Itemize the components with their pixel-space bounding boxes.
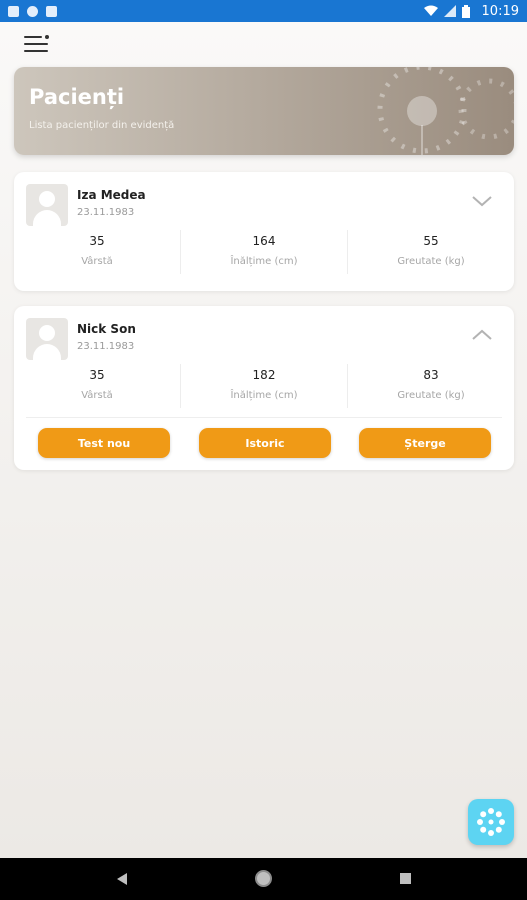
new-test-button[interactable]: Test nou (38, 428, 170, 458)
stat-label: Vârstă (81, 256, 113, 267)
dots-circle-icon (477, 808, 505, 836)
sim-icon (46, 5, 57, 17)
stat-label: Vârstă (81, 390, 113, 401)
recent-apps-icon[interactable] (400, 873, 411, 884)
delete-button[interactable]: Șterge (359, 428, 491, 458)
avatar (26, 184, 68, 226)
avatar (26, 318, 68, 360)
avatar-body (33, 344, 61, 360)
home-icon[interactable] (255, 870, 272, 887)
menu-line (24, 50, 48, 52)
patient-actions: Test nou Istoric Șterge (14, 428, 514, 458)
stat-weight: 83 Greutate (kg) (347, 364, 514, 408)
patient-birth-date: 23.11.1983 (77, 341, 135, 352)
avatar-body (33, 210, 61, 226)
patient-birth-date: 23.11.1983 (77, 207, 135, 218)
avatar-head (39, 325, 55, 341)
stat-age: 35 Vârstă (14, 230, 180, 274)
patient-name: Iza Medea (77, 188, 146, 202)
menu-dot (45, 35, 49, 39)
stat-age: 35 Vârstă (14, 364, 180, 408)
stat-weight: 55 Greutate (kg) (347, 230, 514, 274)
stat-height: 164 Înălțime (cm) (180, 230, 347, 274)
stat-value: 35 (89, 234, 105, 248)
floating-action-button[interactable] (468, 799, 514, 845)
menu-button[interactable] (24, 34, 50, 54)
signal-icon (443, 5, 456, 17)
stat-value: 55 (423, 234, 439, 248)
stat-label: Greutate (kg) (397, 256, 465, 267)
wifi-icon (423, 5, 438, 16)
stat-value: 182 (252, 368, 276, 382)
avatar-head (39, 191, 55, 207)
circle-app-icon (27, 5, 38, 17)
stat-label: Înălțime (cm) (230, 256, 298, 267)
patient-card[interactable]: Nick Son 23.11.1983 35 Vârstă 182 Înălți… (14, 306, 514, 470)
stat-label: Înălțime (cm) (230, 390, 298, 401)
divider (26, 417, 502, 418)
status-bar: 10:19 (0, 0, 527, 22)
patient-card[interactable]: Iza Medea 23.11.1983 35 Vârstă 164 Înălț… (14, 172, 514, 291)
patient-stats: 35 Vârstă 164 Înălțime (cm) 55 Greutate … (14, 230, 514, 274)
banner-decoration (377, 67, 514, 155)
stat-value: 35 (89, 368, 105, 382)
history-button[interactable]: Istoric (199, 428, 331, 458)
stat-label: Greutate (kg) (397, 390, 465, 401)
battery-icon (461, 4, 470, 18)
page-subtitle: Lista pacienților din evidență (29, 120, 175, 131)
stat-value: 83 (423, 368, 439, 382)
chevron-up-icon[interactable] (472, 328, 492, 342)
patient-stats: 35 Vârstă 182 Înălțime (cm) 83 Greutate … (14, 364, 514, 408)
page-title: Pacienți (29, 85, 125, 109)
menu-line (24, 36, 42, 38)
navigation-bar (0, 858, 527, 900)
patient-name: Nick Son (77, 322, 136, 336)
header-banner: Pacienți Lista pacienților din evidență (14, 67, 514, 155)
stat-value: 164 (252, 234, 276, 248)
stat-height: 182 Înălțime (cm) (180, 364, 347, 408)
chevron-down-icon[interactable] (472, 194, 492, 208)
notification-icon (8, 5, 19, 17)
status-time: 10:19 (481, 3, 519, 19)
back-icon[interactable] (116, 873, 128, 885)
menu-line (24, 43, 48, 45)
